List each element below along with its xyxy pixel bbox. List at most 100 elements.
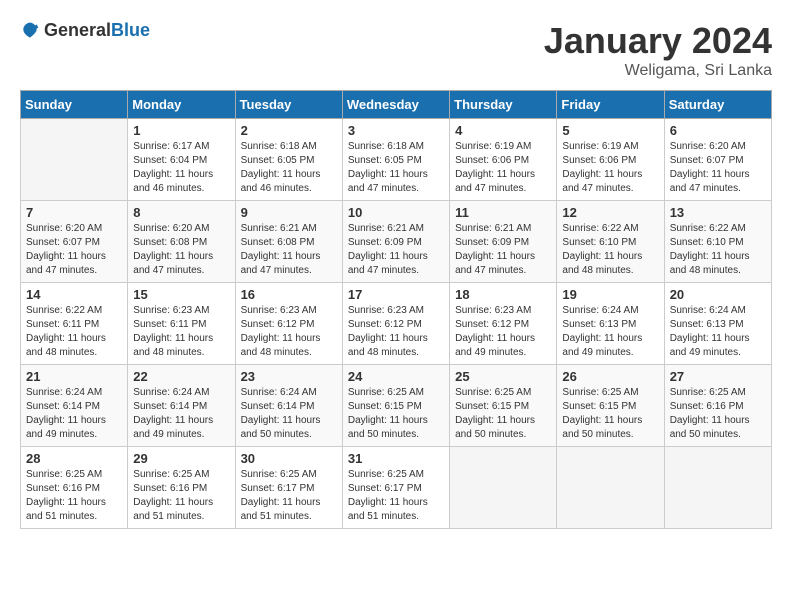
day-number: 20 [670,287,766,302]
calendar-cell: 17 Sunrise: 6:23 AM Sunset: 6:12 PM Dayligh… [342,283,449,365]
daylight-text: Daylight: 11 hours and 50 minutes. [670,415,750,440]
calendar-cell: 1Sunrise: 6:17 AMSunset: 6:04 PMDaylight… [128,119,235,201]
daylight-text: Daylight: 11 hours and 48 minutes. [26,333,106,358]
calendar-cell: 16Sunrise: 6:23 AMSunset: 6:12 PMDayligh… [235,283,342,365]
sunrise-text: Sunrise: 6:18 AM [241,141,317,152]
day-number: 5 [562,123,658,138]
day-number: 25 [455,369,551,384]
sunrise-text: Sunrise: 6:24 AM [241,387,317,398]
daylight-text: Daylight: 11 hours and 50 minutes. [562,415,642,440]
day-number: 16 [241,287,337,302]
sunset-text: Sunset: 6:12 PM [241,319,315,330]
day-number: 13 [670,205,766,220]
day-number: 2 [241,123,337,138]
day-number: 27 [670,369,766,384]
sunset-text: Sunset: 6:14 PM [133,401,207,412]
day-number: 3 [348,123,444,138]
daylight-text: Daylight: 11 hours and 47 minutes. [133,251,213,276]
col-thursday: Thursday [450,91,557,119]
daylight-text: Daylight: 11 hours and 51 minutes. [348,497,428,522]
title-block: January 2024 Weligama, Sri Lanka [544,20,772,80]
sunrise-text: Sunrise: 6:23 AM [133,305,209,316]
sunrise-text: Sunrise: 6:19 AM [455,141,531,152]
cell-info: Sunrise: 6:24 AMSunset: 6:14 PMDaylight:… [241,386,337,442]
col-tuesday: Tuesday [235,91,342,119]
sunrise-text: Sunrise: 6:22 AM [670,223,746,234]
daylight-text: Daylight: 11 hours and 47 minutes. [348,251,428,276]
calendar-cell: 15Sunrise: 6:23 AMSunset: 6:11 PMDayligh… [128,283,235,365]
sunrise-text: Sunrise: 6:21 AM [241,223,317,234]
daylight-text: Daylight: 11 hours and 51 minutes. [26,497,106,522]
sunset-text: Sunset: 6:17 PM [348,483,422,494]
calendar-cell: 2Sunrise: 6:18 AMSunset: 6:05 PMDaylight… [235,119,342,201]
daylight-text: Daylight: 11 hours and 47 minutes. [670,169,750,194]
logo: GeneralBlue [20,20,150,41]
daylight-text: Daylight: 11 hours and 50 minutes. [241,415,321,440]
daylight-text: Daylight: 11 hours and 51 minutes. [241,497,321,522]
day-number: 17 [348,287,444,302]
sunset-text: Sunset: 6:17 PM [241,483,315,494]
calendar-week-row: 28Sunrise: 6:25 AMSunset: 6:16 PMDayligh… [21,447,772,529]
sunrise-text: Sunrise: 6:20 AM [133,223,209,234]
sunrise-text: Sunrise: 6:23 AM [241,305,317,316]
day-number: 21 [26,369,122,384]
sunrise-text: Sunrise: 6:23 AM [455,305,531,316]
day-number: 26 [562,369,658,384]
cell-info: Sunrise: 6:19 AM Sunset: 6:06 PM Daylight:… [562,140,658,196]
sunset-text: Sunset: 6:12 PM [455,319,529,330]
calendar-cell: 14Sunrise: 6:22 AMSunset: 6:11 PMDayligh… [21,283,128,365]
sunrise-text: Sunrise: 6:23 AM [348,305,424,316]
calendar-cell: 25Sunrise: 6:25 AMSunset: 6:15 PMDayligh… [450,365,557,447]
calendar-cell [450,447,557,529]
sunrise-text: Sunrise: 6:19 AM [562,141,638,152]
sunset-text: Sunset: 6:05 PM [241,155,315,166]
sunset-text: Sunset: 6:12 PM [348,319,422,330]
day-number: 7 [26,205,122,220]
daylight-text: Daylight: 11 hours and 50 minutes. [348,415,428,440]
day-number: 10 [348,205,444,220]
sunrise-text: Sunrise: 6:20 AM [26,223,102,234]
sunset-text: Sunset: 6:05 PM [348,155,422,166]
cell-info: Sunrise: 6:25 AMSunset: 6:17 PMDaylight:… [241,468,337,524]
sunrise-text: Sunrise: 6:25 AM [455,387,531,398]
day-number: 24 [348,369,444,384]
cell-info: Sunrise: 6:18 AMSunset: 6:05 PMDaylight:… [348,140,444,196]
logo-blue: Blue [111,20,150,40]
calendar-cell: 22Sunrise: 6:24 AMSunset: 6:14 PMDayligh… [128,365,235,447]
daylight-text: Daylight: 11 hours and 49 minutes. [26,415,106,440]
calendar-cell: 6Sunrise: 6:20 AMSunset: 6:07 PMDaylight… [664,119,771,201]
calendar-week-row: 21Sunrise: 6:24 AMSunset: 6:14 PMDayligh… [21,365,772,447]
sunrise-text: Sunrise: 6:25 AM [562,387,638,398]
sunset-text: Sunset: 6:09 PM [348,237,422,248]
calendar-cell: 30Sunrise: 6:25 AMSunset: 6:17 PMDayligh… [235,447,342,529]
daylight-text: Daylight: 11 hours and 48 minutes. [348,333,428,358]
sunset-text: Sunset: 6:16 PM [26,483,100,494]
calendar-table: Sunday Monday Tuesday Wednesday Thursday… [20,90,772,529]
calendar-cell: 23Sunrise: 6:24 AMSunset: 6:14 PMDayligh… [235,365,342,447]
sunset-text: Sunset: 6:16 PM [133,483,207,494]
daylight-text: Daylight: 11 hours and 48 minutes. [562,251,642,276]
sunrise-text: Sunrise: 6:25 AM [26,469,102,480]
sunset-text: Sunset: 6:16 PM [670,401,744,412]
day-number: 8 [133,205,229,220]
sunset-text: Sunset: 6:13 PM [670,319,744,330]
sunrise-text: Sunrise: 6:25 AM [348,387,424,398]
sunrise-text: Sunrise: 6:21 AM [348,223,424,234]
day-number: 28 [26,451,122,466]
cell-info: Sunrise: 6:22 AMSunset: 6:10 PMDaylight:… [562,222,658,278]
calendar-cell: 13Sunrise: 6:22 AMSunset: 6:10 PMDayligh… [664,201,771,283]
sunrise-text: Sunrise: 6:21 AM [455,223,531,234]
daylight-text: Daylight: 11 hours and 47 minutes. [562,169,642,194]
sunset-text: Sunset: 6:15 PM [455,401,529,412]
calendar-cell: 24 Sunrise: 6:25 AM Sunset: 6:15 PM Dayligh… [342,365,449,447]
cell-info: Sunrise: 6:25 AMSunset: 6:16 PMDaylight:… [133,468,229,524]
col-sunday: Sunday [21,91,128,119]
calendar-cell: 26 Sunrise: 6:25 AMSunset: 6:15 PMDayligh… [557,365,664,447]
day-number: 9 [241,205,337,220]
daylight-text: Daylight: 11 hours and 47 minutes. [455,251,535,276]
sunset-text: Sunset: 6:06 PM [562,155,636,166]
calendar-cell [21,119,128,201]
cell-info: Sunrise: 6:23 AMSunset: 6:11 PMDaylight:… [133,304,229,360]
sunset-text: Sunset: 6:15 PM [348,401,422,412]
cell-info: Sunrise: 6:25 AMSunset: 6:15 PMDaylight:… [562,386,658,442]
